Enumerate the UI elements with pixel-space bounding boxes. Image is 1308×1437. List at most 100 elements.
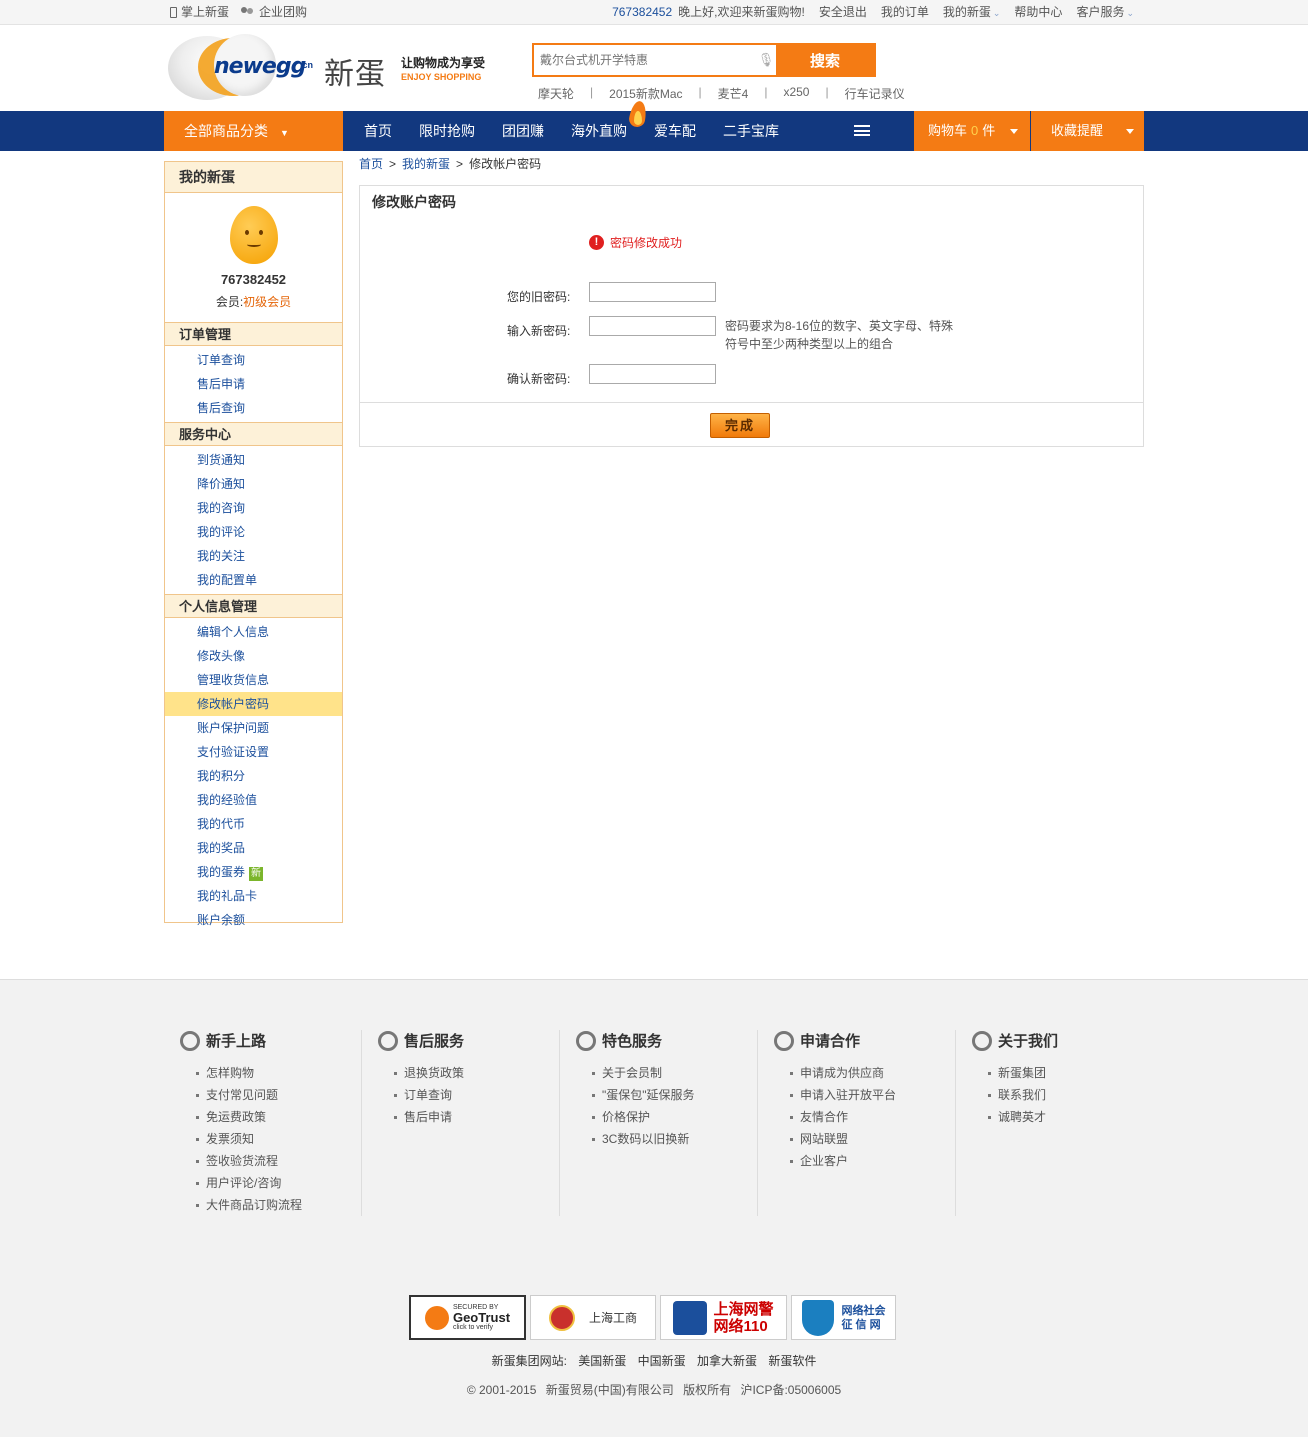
search-input[interactable]: [534, 45, 756, 75]
sidebar-item-edit-profile[interactable]: 编辑个人信息: [165, 620, 342, 644]
footer-link[interactable]: 友情合作: [790, 1106, 896, 1128]
top-bar: 掌上新蛋 企业团购 767382452 晚上好,欢迎来新蛋购物! 安全退出 我的订…: [0, 0, 1308, 25]
footer-link[interactable]: 签收验货流程: [196, 1150, 302, 1172]
confirm-password-field[interactable]: [589, 364, 716, 384]
account-sidebar: 我的新蛋 767382452 会员:初级会员 订单管理 订单查询 售后申请 售后…: [164, 161, 343, 927]
breadcrumb-my-newegg[interactable]: 我的新蛋: [402, 155, 450, 173]
group-site-link[interactable]: 美国新蛋: [578, 1354, 626, 1368]
favorites-button[interactable]: 收藏提醒: [1031, 111, 1144, 151]
sidebar-item-security-question[interactable]: 账户保护问题: [165, 716, 342, 740]
footer-link[interactable]: 网站联盟: [790, 1128, 896, 1150]
footer-link[interactable]: 支付常见问题: [196, 1084, 302, 1106]
sidebar-item-tokens[interactable]: 我的代币: [165, 812, 342, 836]
logout-link[interactable]: 安全退出: [819, 0, 867, 25]
footer-link[interactable]: 订单查询: [394, 1084, 464, 1106]
cart-count: 0: [971, 123, 979, 138]
handshake-icon: [774, 1030, 794, 1051]
hotword-link[interactable]: x250: [781, 85, 811, 102]
all-categories-button[interactable]: 全部商品分类 ▼: [164, 111, 343, 151]
sidebar-item-change-password[interactable]: 修改帐户密码: [165, 692, 342, 716]
new-password-field[interactable]: [589, 316, 716, 336]
cart-button[interactable]: 购物车 0 件: [914, 111, 1030, 151]
credit-badge[interactable]: 网络社会征 信 网: [791, 1295, 896, 1340]
submit-button[interactable]: 完成: [710, 413, 770, 438]
caret-down-icon: [1010, 129, 1018, 134]
people-icon: [241, 7, 255, 17]
group-site-link[interactable]: 新蛋软件: [768, 1354, 816, 1368]
sidebar-item-gift-cards[interactable]: 我的礼品卡: [165, 884, 342, 908]
sidebar-item-coupons[interactable]: 我的蛋券新: [165, 860, 342, 884]
user-id-link[interactable]: 767382452: [612, 5, 672, 19]
footer-link[interactable]: 申请成为供应商: [790, 1062, 896, 1084]
sidebar-item-follows[interactable]: 我的关注: [165, 544, 342, 568]
sidebar-item-points[interactable]: 我的积分: [165, 764, 342, 788]
sidebar-item-consult[interactable]: 我的咨询: [165, 496, 342, 520]
footer-link[interactable]: 发票须知: [196, 1128, 302, 1150]
old-password-label: 您的旧密码:: [507, 290, 571, 304]
footer-link[interactable]: 免运费政策: [196, 1106, 302, 1128]
footer-col-about: 关于我们 新蛋集团 联系我们 诚聘英才: [956, 1030, 1154, 1216]
shield-icon: [576, 1030, 596, 1051]
group-site-link[interactable]: 中国新蛋: [638, 1354, 686, 1368]
nav-home[interactable]: 首页: [364, 111, 392, 151]
sidebar-item-payment-verify[interactable]: 支付验证设置: [165, 740, 342, 764]
microphone-icon[interactable]: 🎙: [756, 45, 776, 75]
footer-link[interactable]: 用户评论/咨询: [196, 1172, 302, 1194]
shield-icon: [801, 1299, 834, 1336]
sidebar-item-aftersale-query[interactable]: 售后查询: [165, 396, 342, 420]
footer-link[interactable]: 价格保护: [592, 1106, 695, 1128]
footer-link[interactable]: 关于会员制: [592, 1062, 695, 1084]
sidebar-user-id: 767382452: [220, 272, 287, 287]
old-password-field[interactable]: [589, 282, 716, 302]
footer-link[interactable]: 怎样购物: [196, 1062, 302, 1084]
nav-overseas[interactable]: 海外直购: [571, 111, 627, 151]
sidebar-item-reviews[interactable]: 我的评论: [165, 520, 342, 544]
breadcrumb-home[interactable]: 首页: [359, 155, 383, 173]
hotword-link[interactable]: 麦芒4: [716, 85, 751, 102]
footer-link[interactable]: 联系我们: [988, 1084, 1046, 1106]
nav-car[interactable]: 爱车配: [654, 111, 696, 151]
group-site-link[interactable]: 加拿大新蛋: [697, 1354, 757, 1368]
footer-link[interactable]: 售后申请: [394, 1106, 464, 1128]
sidebar-item-config-list[interactable]: 我的配置单: [165, 568, 342, 592]
sidebar-item-aftersale-apply[interactable]: 售后申请: [165, 372, 342, 396]
sidebar-item-price-notice[interactable]: 降价通知: [165, 472, 342, 496]
geotrust-badge[interactable]: SECURED BY GeoTrust click to verify: [409, 1295, 526, 1340]
site-header: newegg .cn 新蛋 让购物成为享受 ENJOY SHOPPING 🎙 搜…: [164, 25, 1144, 111]
gongshang-badge[interactable]: 上海工商: [530, 1295, 656, 1340]
police-icon: [673, 1300, 708, 1335]
footer-link[interactable]: 申请入驻开放平台: [790, 1084, 896, 1106]
newegg-logo[interactable]: newegg .cn: [168, 34, 318, 102]
my-orders-link[interactable]: 我的订单: [881, 0, 929, 25]
nav-tuantuan[interactable]: 团团赚: [502, 111, 544, 151]
footer-link[interactable]: 新蛋集团: [988, 1062, 1046, 1084]
hotword-link[interactable]: 行车记录仪: [843, 85, 907, 102]
breadcrumb: 首页 > 我的新蛋 > 修改帐户密码: [359, 155, 542, 173]
sidebar-item-change-avatar[interactable]: 修改头像: [165, 644, 342, 668]
footer-link[interactable]: "蛋保包"延保服务: [592, 1084, 695, 1106]
new-badge: 新: [249, 867, 264, 881]
avatar[interactable]: [229, 206, 278, 264]
nav-second-hand[interactable]: 二手宝库: [723, 111, 779, 151]
sidebar-item-balance[interactable]: 账户余额: [165, 908, 342, 932]
hotword-link[interactable]: 摩天轮: [536, 85, 576, 102]
service-menu[interactable]: 客户服务 ⌄: [1076, 0, 1134, 25]
footer-link[interactable]: 诚聘英才: [988, 1106, 1046, 1128]
my-newegg-menu[interactable]: 我的新蛋 ⌄: [943, 0, 1001, 25]
footer-link[interactable]: 大件商品订购流程: [196, 1194, 302, 1216]
search-button[interactable]: 搜索: [776, 45, 874, 75]
footer-link[interactable]: 3C数码以旧换新: [592, 1128, 695, 1150]
nav-flash-sale[interactable]: 限时抢购: [419, 111, 475, 151]
group-buy-link[interactable]: 企业团购: [241, 0, 307, 24]
sidebar-item-order-query[interactable]: 订单查询: [165, 348, 342, 372]
sidebar-item-arrival-notice[interactable]: 到货通知: [165, 448, 342, 472]
mobile-link[interactable]: 掌上新蛋: [170, 0, 229, 24]
police-badge[interactable]: 上海网警 网络110: [660, 1295, 787, 1340]
hamburger-menu-icon[interactable]: [854, 125, 870, 136]
sidebar-item-addresses[interactable]: 管理收货信息: [165, 668, 342, 692]
help-link[interactable]: 帮助中心: [1014, 0, 1062, 25]
footer-link[interactable]: 退换货政策: [394, 1062, 464, 1084]
footer-link[interactable]: 企业客户: [790, 1150, 896, 1172]
sidebar-item-prizes[interactable]: 我的奖品: [165, 836, 342, 860]
sidebar-item-experience[interactable]: 我的经验值: [165, 788, 342, 812]
